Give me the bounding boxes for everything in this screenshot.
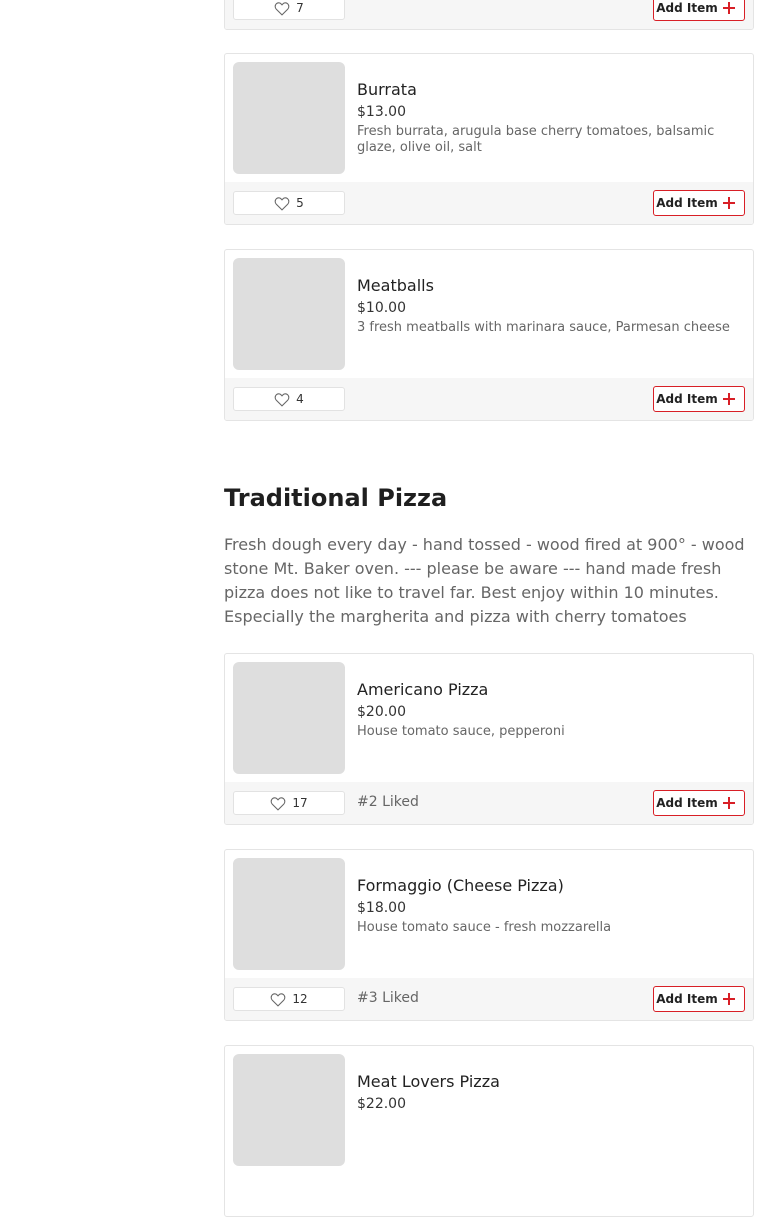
add-item-label: Add Item — [656, 991, 718, 1006]
like-count: 5 — [296, 196, 304, 210]
like-button[interactable]: 17 — [233, 791, 345, 815]
plus-icon — [722, 392, 736, 406]
card-footer: 7 Add Item — [225, 0, 753, 29]
liked-rank-badge: #2 Liked — [357, 794, 419, 810]
item-image[interactable] — [233, 858, 345, 970]
item-description: House tomato sauce - fresh mozzarella — [357, 920, 612, 935]
item-image[interactable] — [233, 62, 345, 174]
item-price: $18.00 — [357, 900, 406, 916]
card-footer: 17 #2 Liked Add Item — [225, 782, 753, 824]
add-item-button[interactable]: Add Item — [653, 790, 745, 816]
add-item-label: Add Item — [656, 195, 718, 210]
liked-rank-badge: #3 Liked — [357, 990, 419, 1006]
item-name[interactable]: Meat Lovers Pizza — [357, 1070, 743, 1094]
add-item-label: Add Item — [656, 795, 718, 810]
like-count: 4 — [296, 392, 304, 406]
plus-icon — [722, 1, 736, 15]
like-count: 17 — [292, 796, 308, 810]
add-item-button[interactable]: Add Item — [653, 386, 745, 412]
card-footer: 5 Add Item — [225, 182, 753, 224]
card-footer: 12 #3 Liked Add Item — [225, 978, 753, 1020]
item-price: $22.00 — [357, 1096, 406, 1112]
item-image[interactable] — [233, 258, 345, 370]
plus-icon — [722, 196, 736, 210]
heart-icon — [271, 796, 286, 811]
item-name[interactable]: Burrata — [357, 78, 743, 102]
card-footer: 4 Add Item — [225, 378, 753, 420]
like-count: 7 — [296, 1, 304, 15]
item-image[interactable] — [233, 1054, 345, 1166]
item-price: $20.00 — [357, 704, 406, 720]
like-button[interactable]: 5 — [233, 191, 345, 215]
menu-item-card: Meatballs $10.00 3 fresh meatballs with … — [224, 249, 754, 421]
plus-icon — [722, 992, 736, 1006]
heart-icon — [274, 392, 290, 407]
heart-icon — [274, 1, 290, 16]
add-item-label: Add Item — [656, 0, 718, 15]
item-description: House tomato sauce, pepperoni — [357, 724, 565, 739]
menu-item-card: Formaggio (Cheese Pizza) $18.00 House to… — [224, 849, 754, 1021]
menu-item-card: 7 Add Item — [224, 0, 754, 30]
like-count: 12 — [292, 992, 308, 1006]
add-item-button[interactable]: Add Item — [653, 986, 745, 1012]
like-button[interactable]: 7 — [233, 0, 345, 20]
like-button[interactable]: 12 — [233, 987, 345, 1011]
menu-item-card: Meat Lovers Pizza $22.00 — [224, 1045, 754, 1217]
add-item-button[interactable]: Add Item — [653, 0, 745, 21]
section-title: Traditional Pizza — [224, 484, 448, 512]
item-name[interactable]: Formaggio (Cheese Pizza) — [357, 874, 743, 898]
item-description: 3 fresh meatballs with marinara sauce, P… — [357, 320, 730, 335]
like-button[interactable]: 4 — [233, 387, 345, 411]
menu-item-card: Americano Pizza $20.00 House tomato sauc… — [224, 653, 754, 825]
item-description: Fresh burrata, arugula base cherry tomat… — [357, 124, 715, 155]
item-name[interactable]: Americano Pizza — [357, 678, 743, 702]
add-item-button[interactable]: Add Item — [653, 190, 745, 216]
item-price: $10.00 — [357, 300, 406, 316]
menu-item-card: Burrata $13.00 Fresh burrata, arugula ba… — [224, 53, 754, 225]
item-price: $13.00 — [357, 104, 406, 120]
heart-icon — [274, 196, 290, 211]
section-description: Fresh dough every day - hand tossed - wo… — [224, 535, 745, 626]
plus-icon — [722, 796, 736, 810]
item-name[interactable]: Meatballs — [357, 274, 743, 298]
add-item-label: Add Item — [656, 391, 718, 406]
heart-icon — [271, 992, 286, 1007]
item-image[interactable] — [233, 662, 345, 774]
